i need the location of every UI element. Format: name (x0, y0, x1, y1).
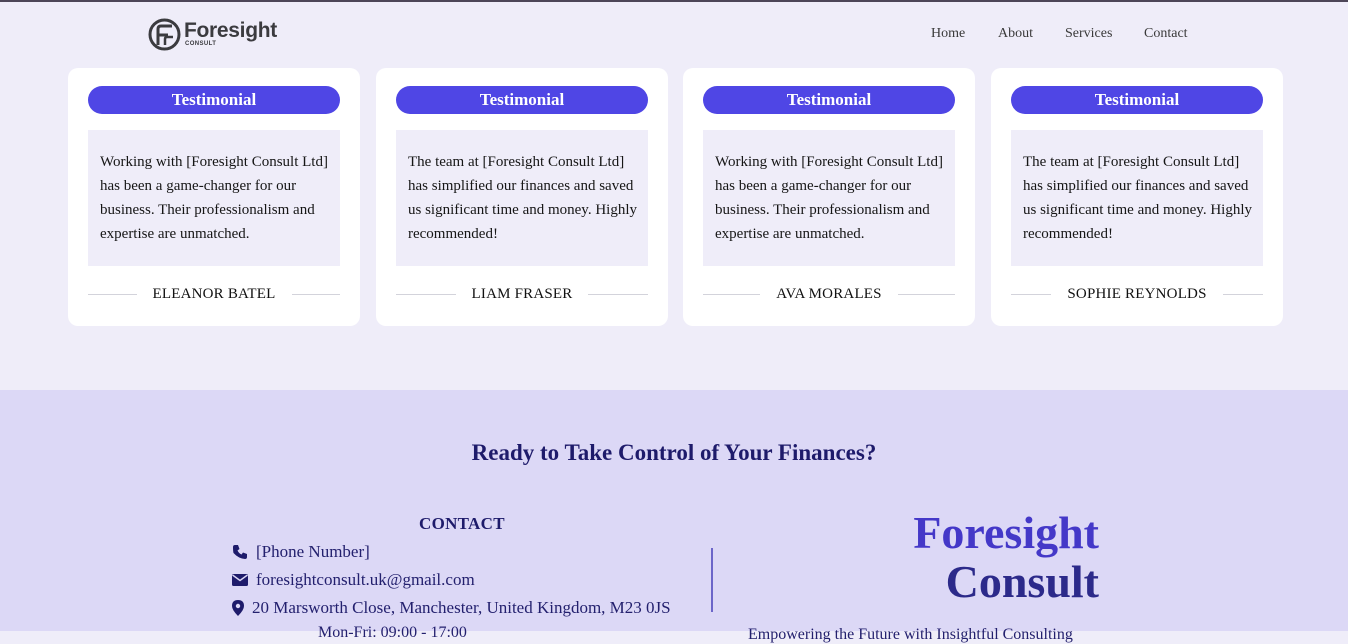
testimonial-badge: Testimonial (88, 86, 340, 114)
contact-phone[interactable]: [Phone Number] (231, 542, 370, 562)
business-hours: Mon-Fri: 09:00 - 17:00 (318, 624, 467, 641)
testimonial-quote: Working with [Foresight Consult Ltd] has… (703, 130, 955, 266)
testimonial-badge: Testimonial (1011, 86, 1263, 114)
testimonial-quote: Working with [Foresight Consult Ltd] has… (88, 130, 340, 266)
logo[interactable]: Foresight CONSULT (148, 18, 277, 51)
testimonial-card: Testimonial The team at [Foresight Consu… (991, 68, 1283, 326)
testimonial-author: LIAM FRASER (396, 282, 648, 306)
divider-line (291, 293, 341, 295)
envelope-icon (231, 572, 249, 588)
testimonial-card: Testimonial Working with [Foresight Cons… (68, 68, 360, 326)
brand-line-1: Foresight (913, 507, 1099, 558)
vertical-divider (711, 548, 713, 612)
top-border (0, 0, 1348, 2)
cta-section: Ready to Take Control of Your Finances? … (0, 390, 1348, 643)
email-text: foresightconsult.uk@gmail.com (256, 570, 475, 589)
cta-heading: Ready to Take Control of Your Finances? (471, 440, 877, 465)
map-pin-icon (231, 600, 245, 616)
nav-home[interactable]: Home (931, 26, 965, 42)
divider-line (1222, 293, 1264, 295)
author-name: LIAM FRASER (471, 285, 573, 302)
divider-line (88, 293, 137, 295)
nav-services[interactable]: Services (1065, 26, 1112, 42)
contact-email[interactable]: foresightconsult.uk@gmail.com (231, 570, 475, 590)
phone-icon (231, 544, 249, 560)
nav-about[interactable]: About (998, 26, 1033, 42)
author-name: ELEANOR BATEL (152, 285, 276, 302)
brand-tagline: Empowering the Future with Insightful Co… (748, 626, 1073, 643)
contact-heading: CONTACT (419, 514, 505, 533)
phone-text: [Phone Number] (256, 542, 370, 561)
author-name: AVA MORALES (776, 285, 882, 302)
divider-line (897, 293, 955, 295)
testimonial-badge: Testimonial (396, 86, 648, 114)
logo-name: Foresight (184, 19, 277, 42)
author-name: SOPHIE REYNOLDS (1067, 285, 1207, 302)
testimonial-card: Testimonial The team at [Foresight Consu… (376, 68, 668, 326)
divider-line (703, 293, 761, 295)
testimonial-author: AVA MORALES (703, 282, 955, 306)
divider-line (588, 293, 648, 295)
contact-address: 20 Marsworth Close, Manchester, United K… (231, 598, 671, 618)
divider-line (1011, 293, 1052, 295)
testimonial-quote: The team at [Foresight Consult Ltd] has … (396, 130, 648, 266)
testimonial-card: Testimonial Working with [Foresight Cons… (683, 68, 975, 326)
brand-line-2: Consult (945, 556, 1099, 607)
foresight-logo-icon (148, 18, 181, 51)
address-text: 20 Marsworth Close, Manchester, United K… (252, 598, 671, 617)
testimonial-author: ELEANOR BATEL (88, 282, 341, 306)
divider-line (396, 293, 456, 295)
brand-wordmark: Foresight Consult (913, 510, 1099, 605)
logo-subtitle: CONSULT (185, 41, 217, 47)
testimonial-author: SOPHIE REYNOLDS (1011, 282, 1264, 306)
testimonial-badge: Testimonial (703, 86, 955, 114)
nav-contact[interactable]: Contact (1144, 26, 1188, 42)
testimonial-quote: The team at [Foresight Consult Ltd] has … (1011, 130, 1263, 266)
